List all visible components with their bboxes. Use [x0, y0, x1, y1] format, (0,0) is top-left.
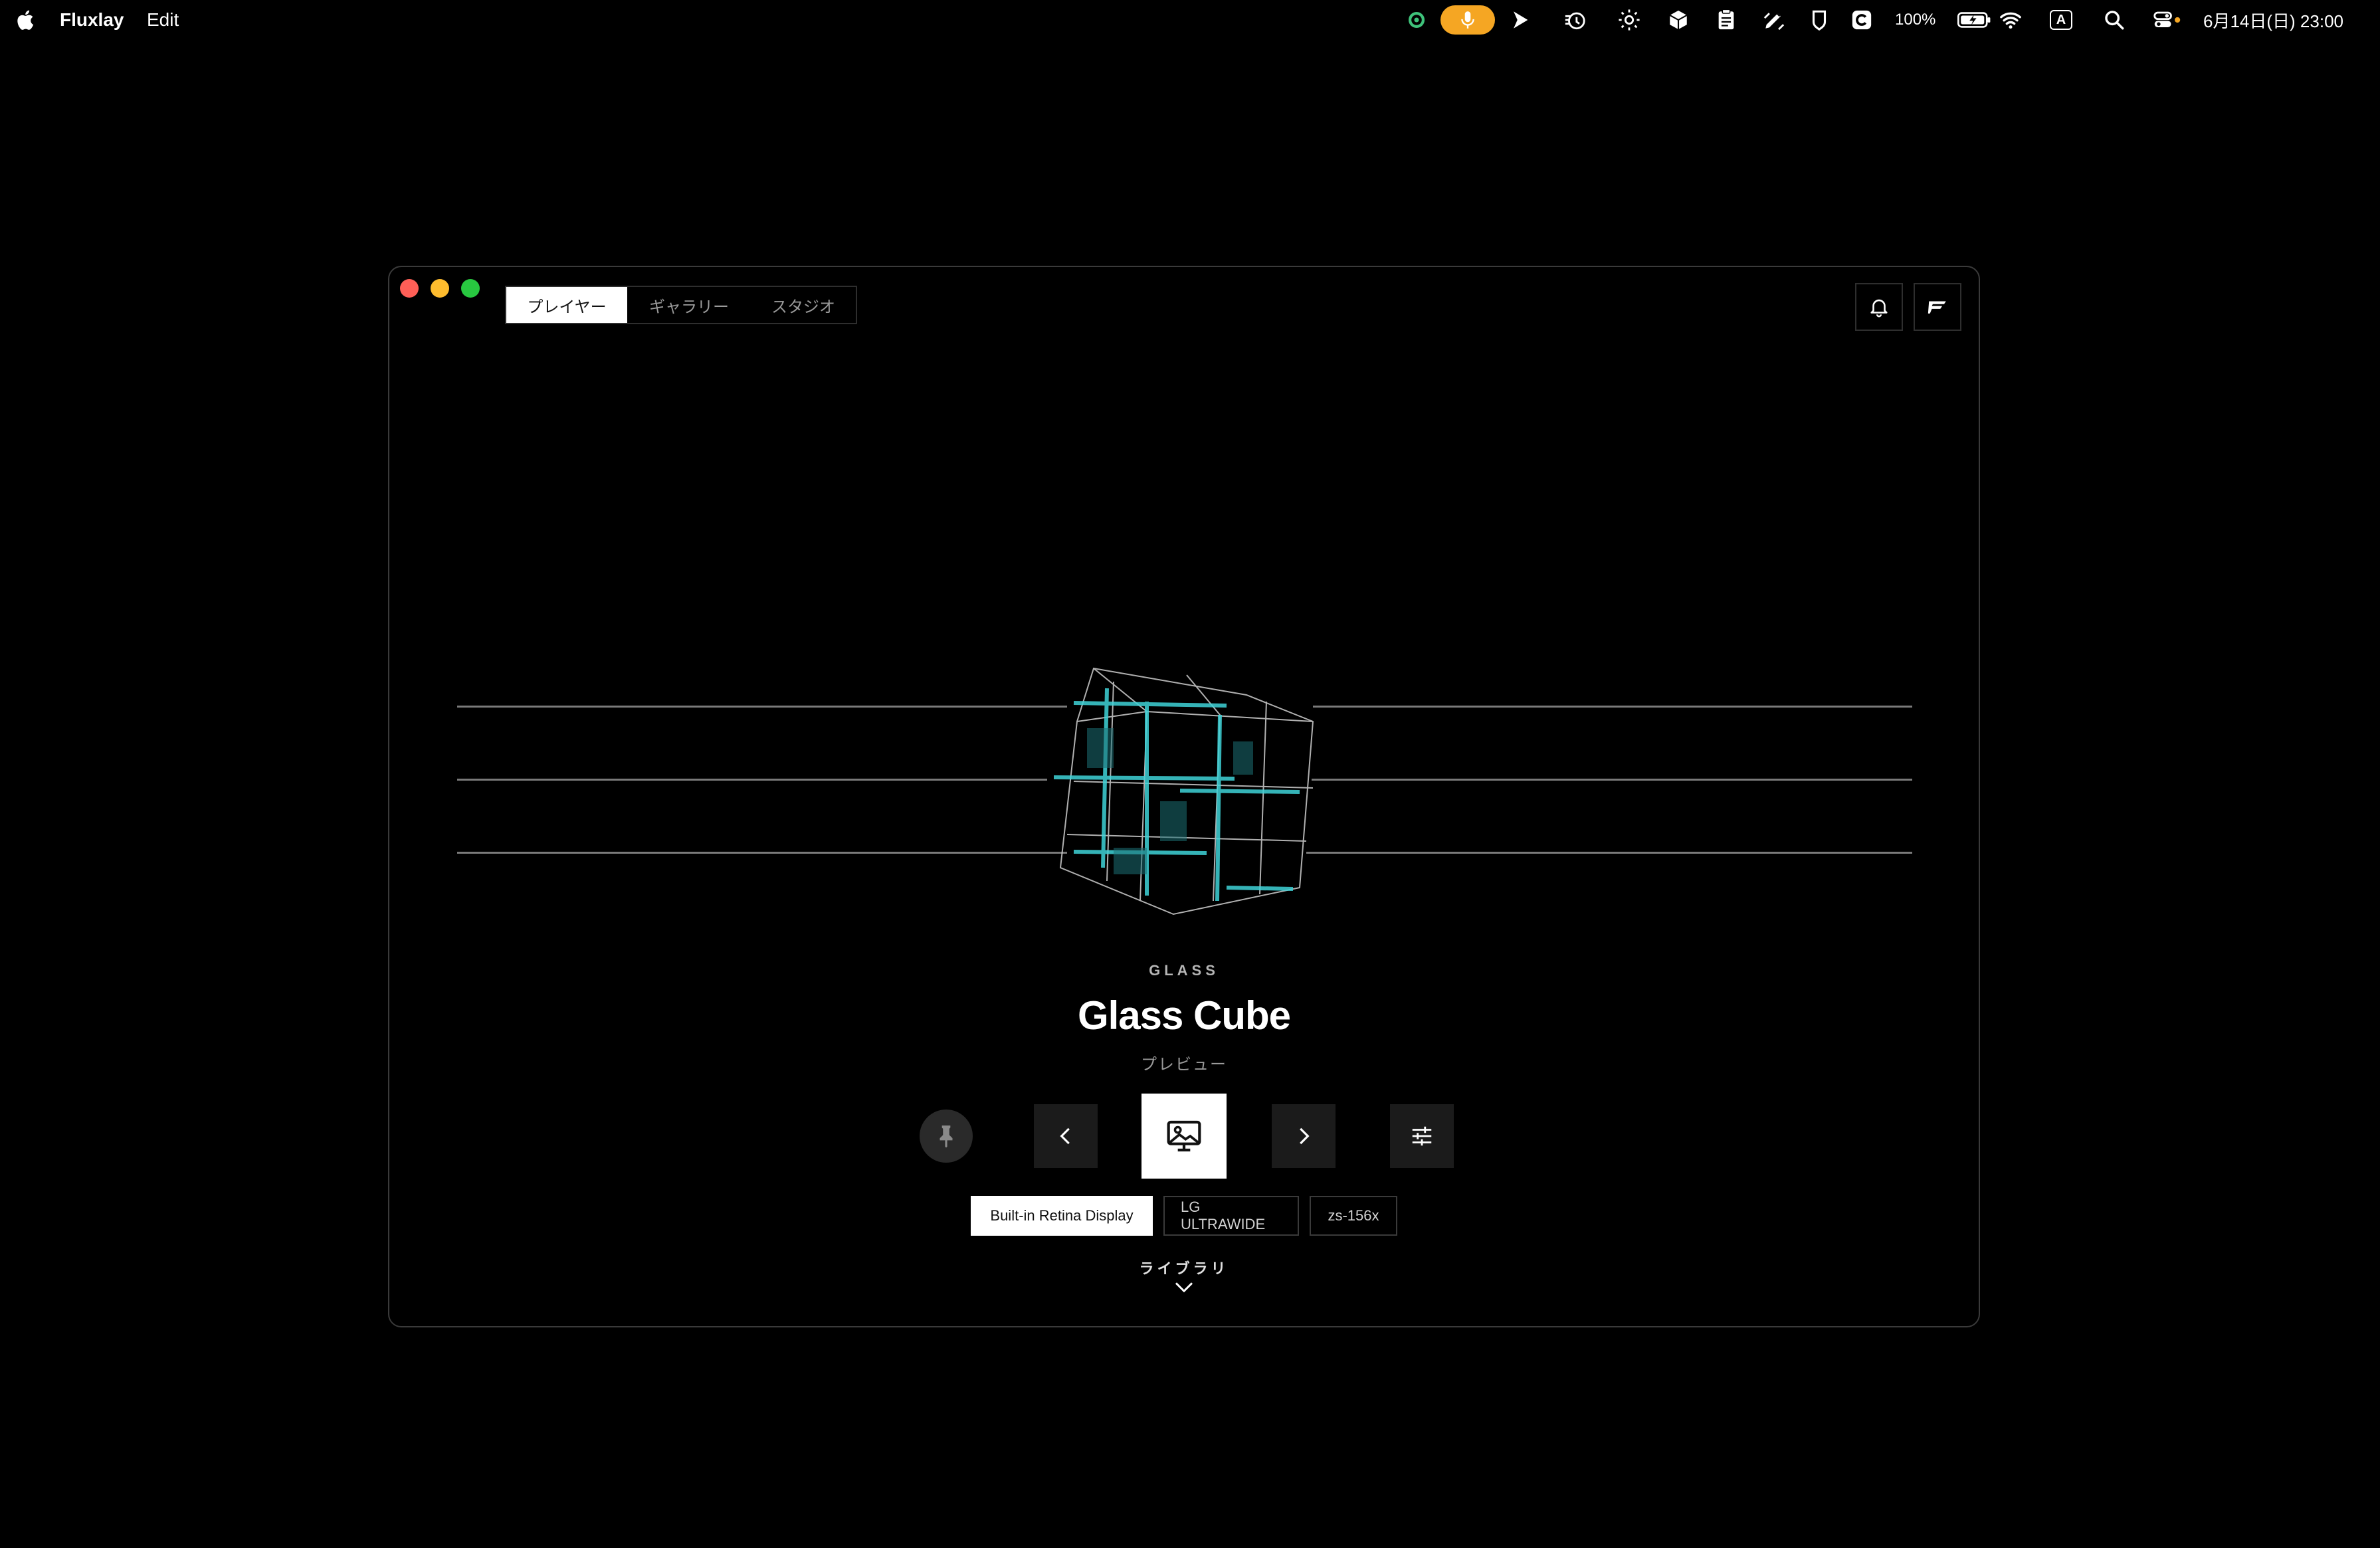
pen-status-icon[interactable] [1762, 8, 1786, 32]
chevron-right-icon [1300, 1127, 1310, 1145]
pin-icon [940, 1125, 953, 1148]
tab-bar: プレイヤー ギャラリー スタジオ [505, 286, 857, 324]
microphone-icon [1461, 11, 1474, 29]
stage-line [1312, 779, 1912, 781]
notifications-button[interactable] [1855, 283, 1903, 331]
chevron-left-icon [1060, 1127, 1070, 1145]
display-lg-ultrawide[interactable]: LG ULTRAWIDE [1163, 1196, 1299, 1236]
sliders-icon [1412, 1126, 1432, 1146]
previous-button[interactable] [1034, 1104, 1098, 1168]
pin-button[interactable] [920, 1110, 973, 1163]
chevron-down-icon[interactable] [1173, 1280, 1195, 1296]
input-source-label: A [2050, 10, 2072, 30]
gear-status-icon[interactable] [1405, 8, 1429, 32]
stage-line [1313, 706, 1912, 708]
apple-icon [17, 10, 34, 30]
timer-status-icon[interactable] [1563, 8, 1587, 32]
bell-icon [1870, 299, 1888, 318]
menu-bar: Fluxlay Edit 100% A 6月14日(日) 23:00 [0, 0, 2380, 40]
wallpaper-icon [1167, 1120, 1201, 1152]
stage-line [457, 779, 1047, 781]
display-zs-156x[interactable]: zs-156x [1310, 1196, 1397, 1236]
battery-icon[interactable] [1956, 8, 1993, 32]
preview-title: Glass Cube [1077, 993, 1291, 1038]
apple-menu[interactable] [15, 0, 35, 40]
input-source-icon[interactable]: A [2049, 8, 2073, 32]
library-toggle[interactable]: ライブラリ [389, 1257, 1979, 1278]
display-builtin-retina[interactable]: Built-in Retina Display [971, 1196, 1153, 1236]
stage-line [1306, 852, 1912, 854]
menu-edit[interactable]: Edit [147, 0, 179, 40]
clock[interactable]: 6月14日(日) 23:00 [2203, 0, 2343, 40]
stage-line [457, 852, 1067, 854]
adjust-settings-button[interactable] [1390, 1104, 1454, 1168]
cube-status-icon[interactable] [1666, 8, 1690, 32]
account-button[interactable] [1914, 283, 1961, 331]
clipboard-icon[interactable] [1714, 8, 1738, 32]
tab-player[interactable]: プレイヤー [506, 287, 627, 323]
control-center-icon[interactable] [2151, 8, 2183, 32]
maximize-window-button[interactable] [461, 279, 480, 298]
microphone-indicator[interactable] [1440, 5, 1495, 35]
play-arrow-icon[interactable] [1508, 8, 1532, 32]
flag-icon [1928, 301, 1946, 314]
wifi-icon[interactable] [1999, 8, 2023, 32]
preview-subtitle: プレビュー [1141, 1056, 1227, 1074]
stage-line [457, 706, 1067, 708]
app-window: プレイヤー ギャラリー スタジオ GLASS Glass Cube プレビュー … [388, 266, 1980, 1327]
app-menu-fluxlay[interactable]: Fluxlay [60, 0, 124, 40]
spotlight-search-icon[interactable] [2102, 8, 2126, 32]
display-selector: Built-in Retina Display LG ULTRAWIDE zs-… [389, 1196, 1979, 1236]
glass-cube-preview [1053, 667, 1314, 916]
next-button[interactable] [1272, 1104, 1336, 1168]
close-window-button[interactable] [400, 279, 419, 298]
battery-percent: 100% [1895, 11, 1936, 29]
brightness-icon[interactable] [1617, 8, 1641, 32]
set-wallpaper-button[interactable] [1141, 1094, 1227, 1179]
preview-category: GLASS [1149, 962, 1219, 979]
shield-status-icon[interactable] [1807, 8, 1831, 32]
minimize-window-button[interactable] [431, 279, 449, 298]
tab-studio[interactable]: スタジオ [751, 287, 856, 323]
app-status-icon[interactable] [1850, 8, 1874, 32]
tab-gallery[interactable]: ギャラリー [627, 287, 751, 323]
